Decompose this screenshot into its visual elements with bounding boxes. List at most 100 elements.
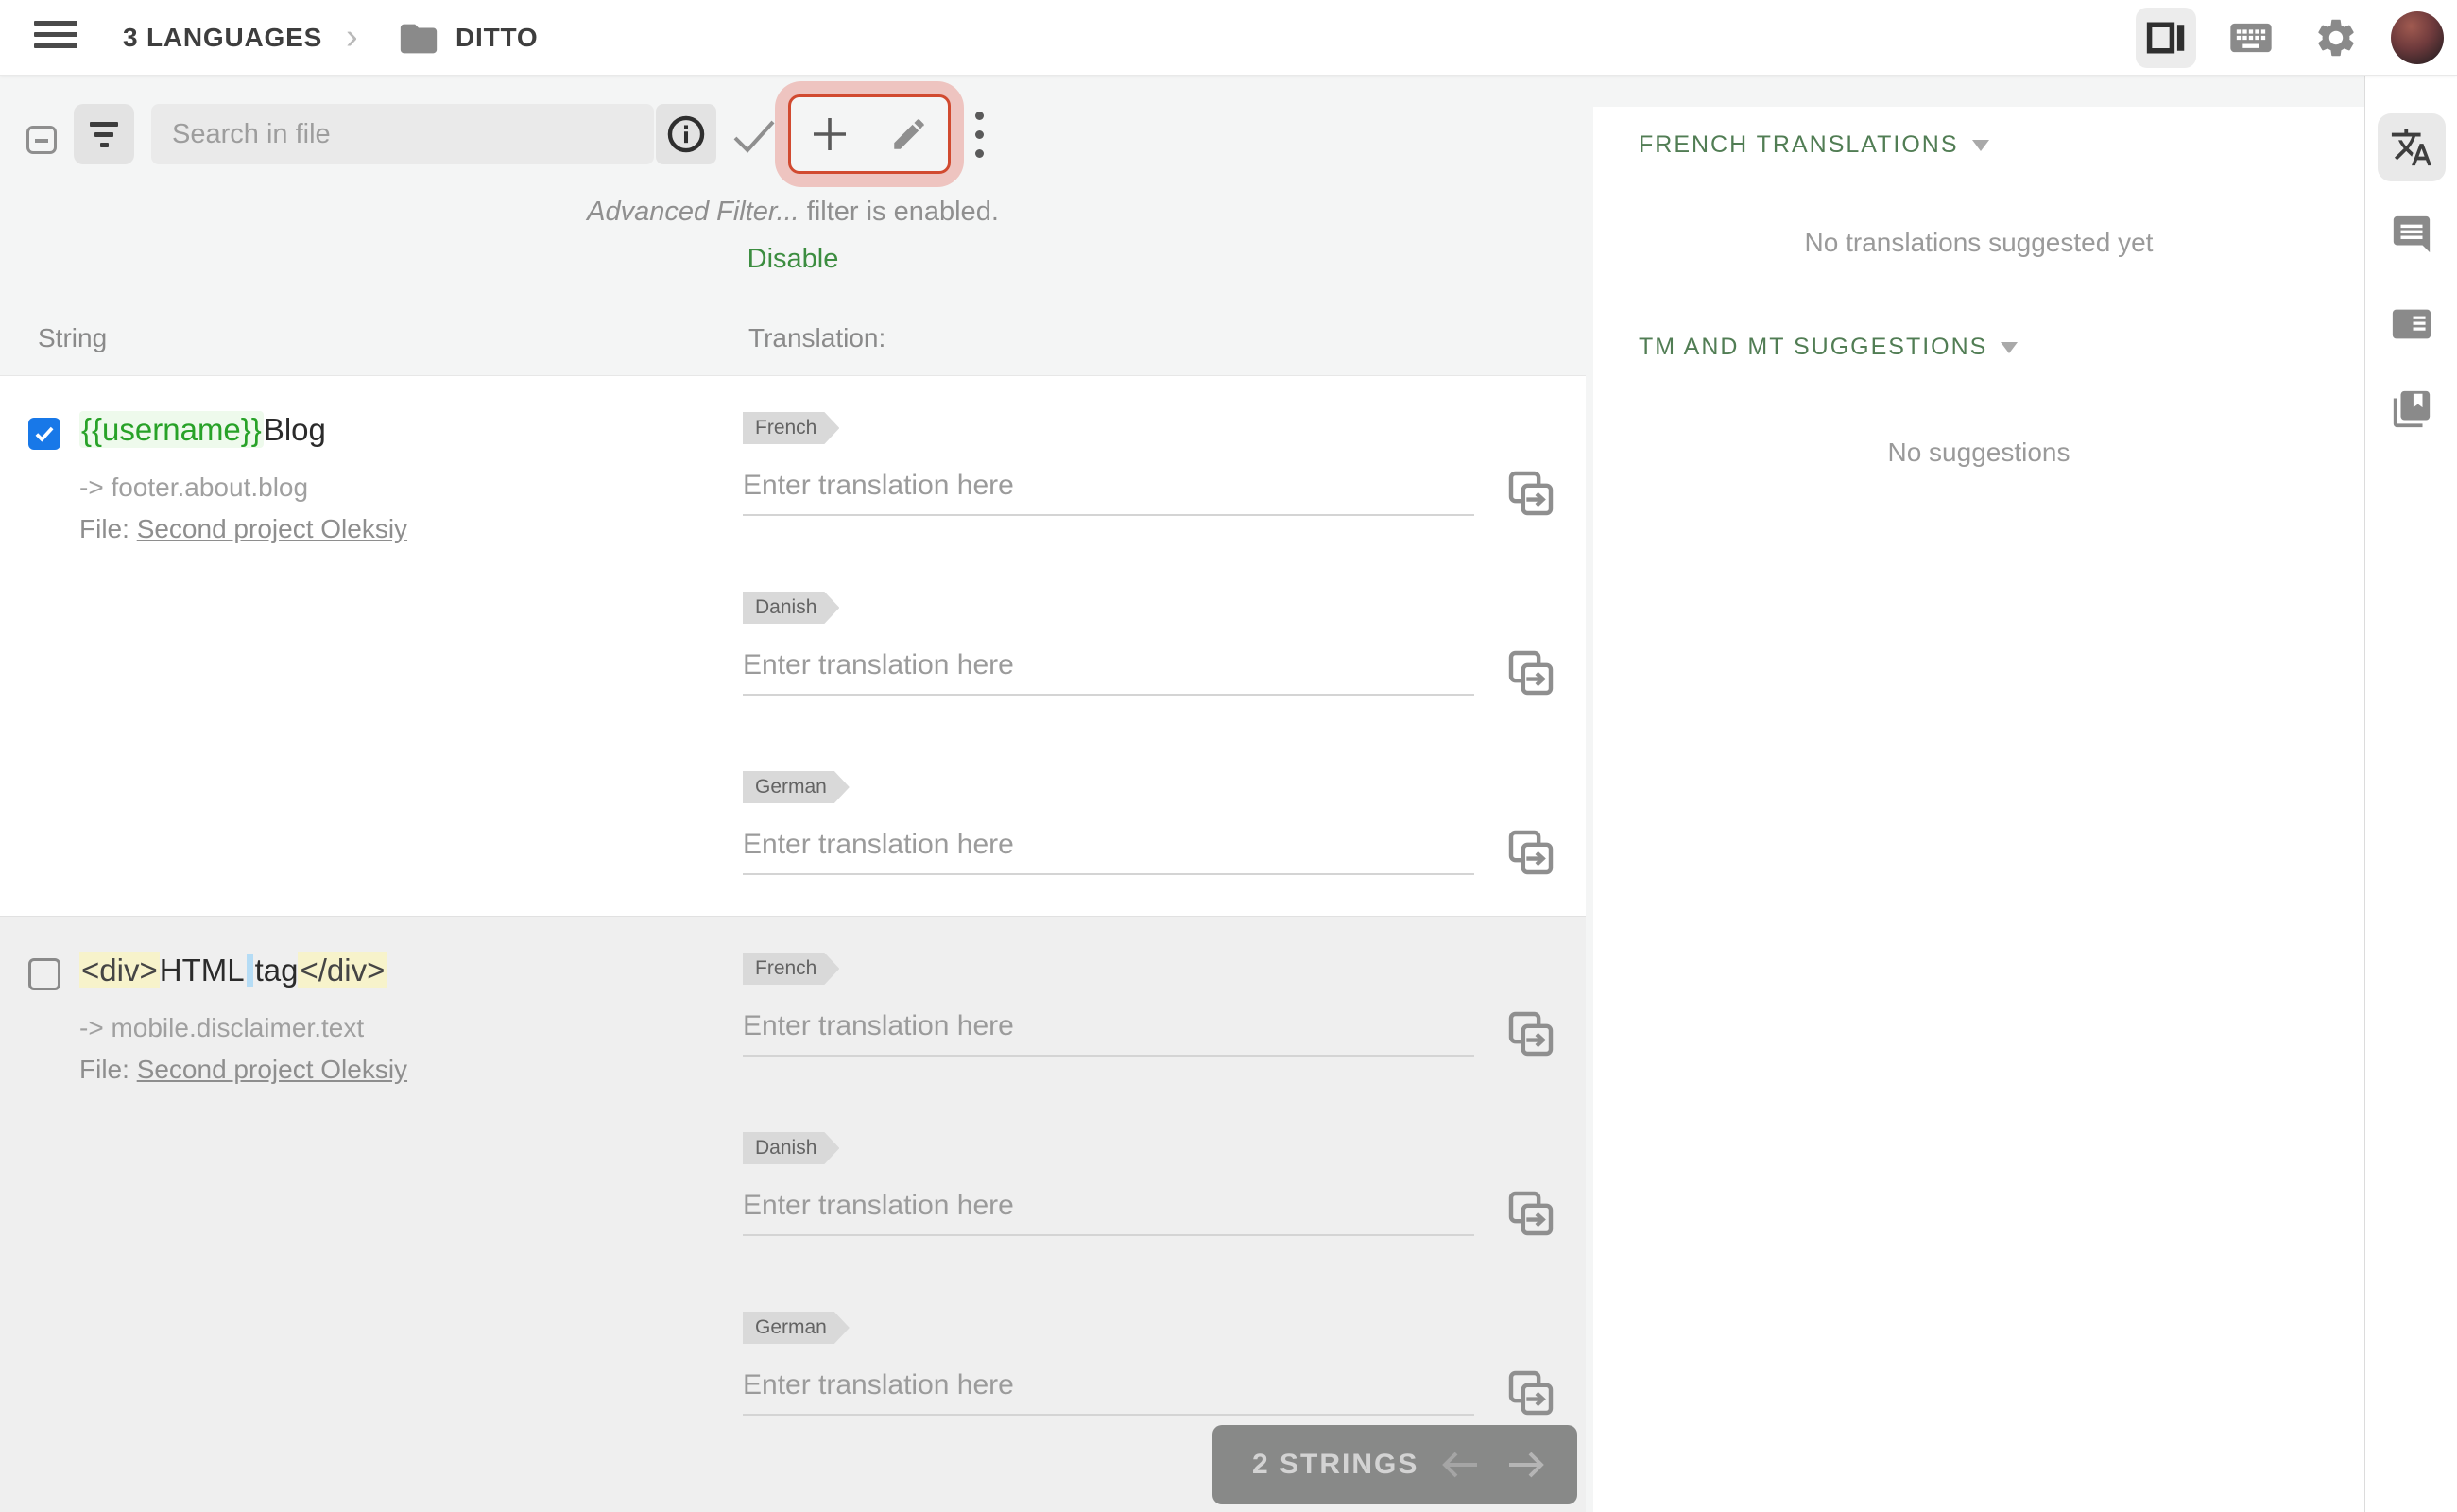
filter-name: Advanced Filter... [587,197,799,227]
glossary-tab-button[interactable] [2390,387,2433,431]
settings-button[interactable] [2306,8,2366,68]
copy-arrow-icon [1508,471,1554,516]
copy-arrow-icon [1508,650,1554,696]
translations-column: French Danish [743,376,1586,916]
collections-bookmark-icon [2393,390,2431,428]
translation-input-danish[interactable] [743,1177,1474,1236]
text-cursor [246,954,253,987]
suggestions-panel: FRENCH TRANSLATIONS No translations sugg… [1593,107,2364,1512]
source-string: <div>HTML tag</div> [79,952,387,988]
sidebar-layout-icon [2146,22,2185,54]
translate-icon [2391,129,2432,166]
checkmark-icon [733,120,775,153]
string-count: 2 STRINGS [1252,1449,1419,1480]
layout-sidebar-toggle-button[interactable] [2136,8,2196,68]
breadcrumb-chevron-icon: › [346,17,358,57]
comment-icon [2393,215,2431,253]
info-button[interactable] [656,104,716,164]
filter-icon [90,121,118,127]
search-input[interactable] [151,104,654,164]
column-header-string: String [38,323,108,352]
translation-block-danish: Danish [743,1132,1586,1302]
add-string-button[interactable] [809,113,850,155]
top-bar: 3 LANGUAGES › DITTO [0,0,2457,76]
user-avatar[interactable] [2391,11,2444,64]
translations-column: French Danish [743,917,1586,1512]
copy-arrow-icon [1508,1370,1554,1416]
check-icon [35,426,54,442]
reader-mode-tab-button[interactable] [2390,302,2433,346]
copy-source-button[interactable] [1504,1007,1557,1060]
keyboard-shortcuts-button[interactable] [2221,8,2281,68]
placeholder-token: {{username}} [79,411,264,448]
pagination-bar: 2 STRINGS [1212,1425,1577,1504]
plus-icon [814,118,846,150]
validate-button[interactable] [730,115,779,162]
filter-notice: Advanced Filter... filter is enabled. [0,197,1586,228]
comments-tab-button[interactable] [2390,213,2433,256]
string-row: <div>HTML tag</div> -> mobile.disclaimer.… [0,917,1586,1512]
translation-block-french: French [743,412,1586,582]
empty-state-text: No suggestions [1887,438,2070,467]
source-string: {{username}}Blog [79,411,326,448]
translation-input-danish[interactable] [743,637,1474,696]
arrow-right-icon [1509,1452,1544,1478]
breadcrumb-ditto[interactable]: DITTO [455,23,538,53]
reader-mode-icon [2392,309,2431,339]
column-header-translation: Translation: [748,323,886,352]
highlighted-toolbar-group [788,94,951,174]
translation-block-danish: Danish [743,592,1586,762]
empty-state-text: No translations suggested yet [1804,228,2154,257]
translation-input-german[interactable] [743,816,1474,875]
collapse-triangle-icon [2001,342,2019,353]
previous-page-button[interactable] [1437,1446,1483,1484]
translation-block-french: French [743,953,1586,1123]
section-french-translations[interactable]: FRENCH TRANSLATIONS [1639,131,1989,159]
main-area: Advanced Filter... filter is enabled. Di… [0,76,2457,1512]
language-tag: Danish [743,1132,839,1164]
copy-source-button[interactable] [1504,467,1557,520]
copy-arrow-icon [1508,830,1554,875]
string-key: -> mobile.disclaimer.text [79,1013,365,1042]
more-options-button[interactable] [973,112,985,168]
copy-arrow-icon [1508,1011,1554,1057]
file-reference: File: Second project Oleksiy [79,1055,408,1084]
translation-input-german[interactable] [743,1357,1474,1416]
file-link[interactable]: Second project Oleksiy [137,1055,407,1084]
copy-arrow-icon [1508,1191,1554,1236]
row-checkbox-unchecked[interactable] [28,958,60,990]
file-link[interactable]: Second project Oleksiy [137,514,407,543]
language-tag: French [743,412,839,444]
language-tag: German [743,1312,850,1344]
filter-notice-text: filter is enabled. [799,197,999,227]
section-tm-mt-suggestions[interactable]: TM AND MT SUGGESTIONS [1639,334,2019,361]
copy-source-button[interactable] [1504,1366,1557,1419]
row-checkbox-checked[interactable] [28,418,60,450]
copy-source-button[interactable] [1504,826,1557,879]
language-tag: French [743,953,839,985]
info-icon [667,115,705,153]
translation-block-german: German [743,771,1586,941]
translation-input-french[interactable] [743,998,1474,1057]
kebab-menu-icon [974,112,984,120]
arrow-left-icon [1442,1452,1477,1478]
pencil-icon [894,119,924,149]
copy-source-button[interactable] [1504,646,1557,699]
select-all-checkbox[interactable] [26,126,57,154]
edit-string-button[interactable] [888,113,930,155]
keyboard-icon [2230,23,2272,53]
hamburger-menu-icon[interactable] [34,21,77,55]
translations-tab-button[interactable] [2378,113,2446,181]
topbar-actions [2136,0,2444,76]
translation-input-french[interactable] [743,457,1474,516]
collapse-triangle-icon [1971,140,1989,151]
next-page-button[interactable] [1503,1446,1549,1484]
gear-icon [2318,19,2354,57]
side-tool-strip [2364,76,2457,1512]
breadcrumb-languages[interactable]: 3 LANGUAGES [123,23,322,53]
html-tag-highlight: <div> [79,952,160,988]
disable-filter-link[interactable]: Disable [0,244,1586,275]
filter-button[interactable] [74,104,134,164]
language-tag: German [743,771,850,803]
copy-source-button[interactable] [1504,1187,1557,1240]
